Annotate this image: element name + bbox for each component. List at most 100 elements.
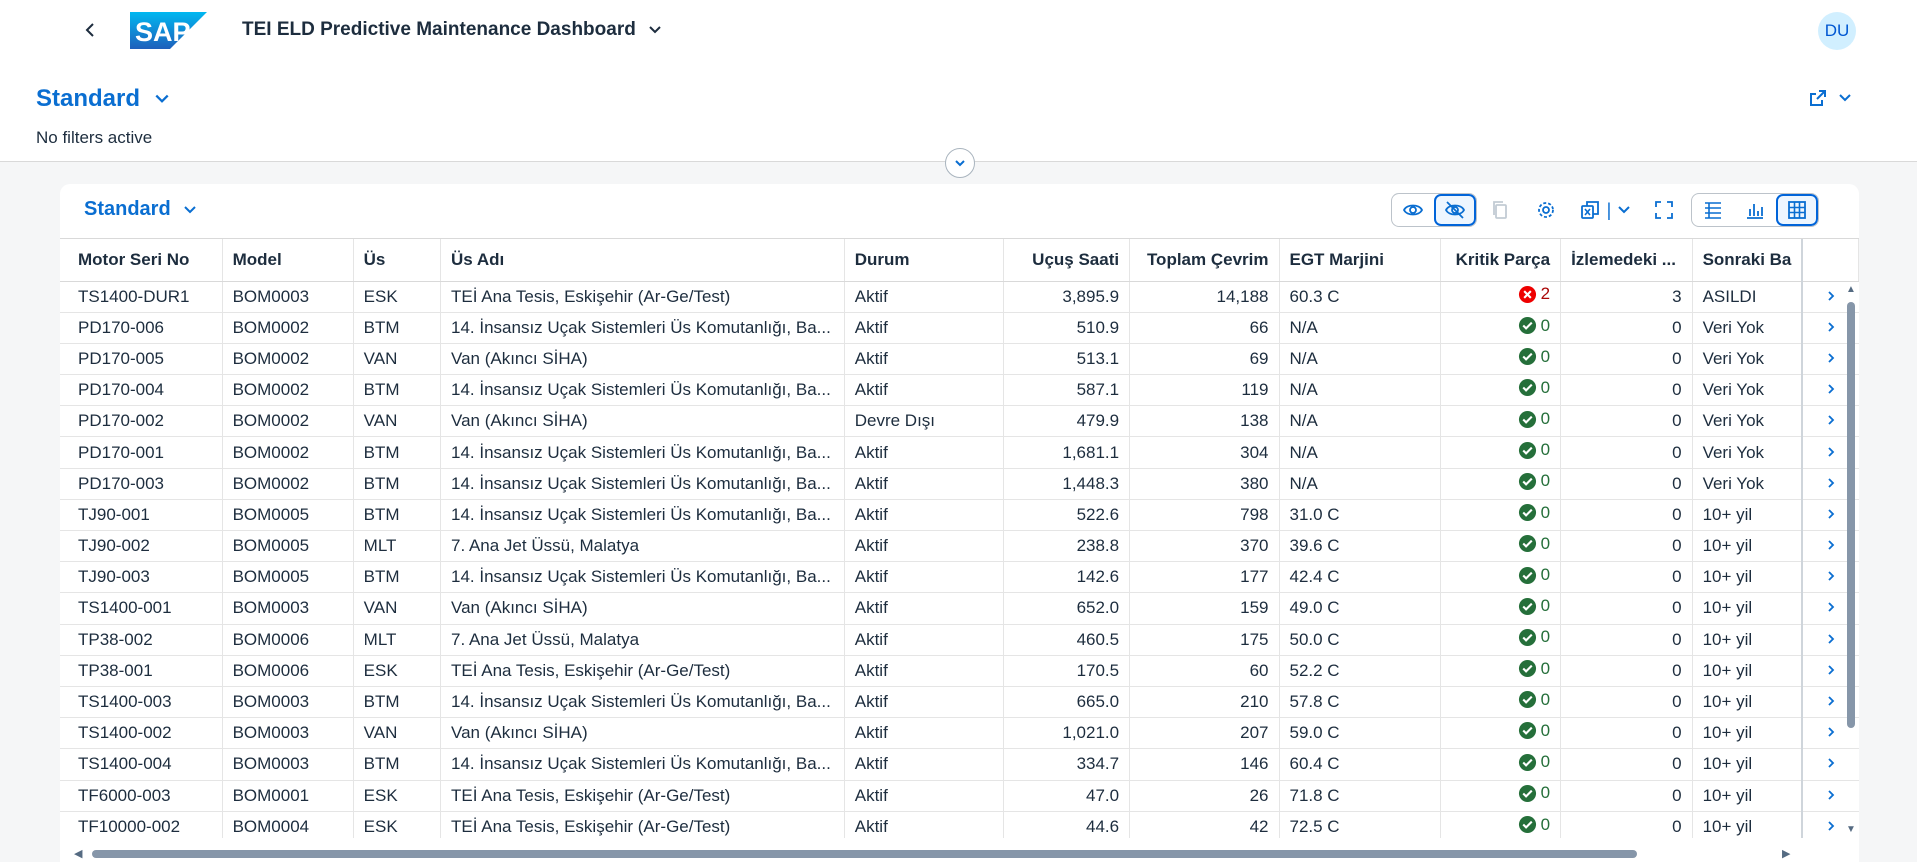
table-row[interactable]: TJ90-002 BOM0005 MLT 7. Ana Jet Üssü, Malat… (60, 530, 1859, 563)
column-header-kritik-parca[interactable]: Kritik Parça (1440, 239, 1562, 282)
column-header-us[interactable]: Üs (353, 239, 442, 282)
cell-us: VAN (353, 405, 442, 438)
chart-table-view-button[interactable] (1692, 194, 1734, 226)
table-row[interactable]: TP38-001 BOM0006 ESK TEİ Ana Tesis, Eskişeh… (60, 655, 1859, 687)
success-check-icon (1518, 472, 1536, 491)
success-check-icon (1518, 753, 1536, 771)
table-row[interactable]: PD170-001 BOM0002 BTM 14. İnsansız Uçak Sis… (60, 436, 1859, 469)
fullscreen-button[interactable] (1641, 193, 1687, 227)
cell-toplam-cevrim: 210 (1129, 686, 1280, 719)
cell-sonraki-bakim: 10+ yil (1692, 811, 1803, 838)
cell-us-adi: 14. İnsansız Uçak Sistemleri Üs Komutanl… (440, 561, 845, 594)
horizontal-scrollbar[interactable]: ◀ ▶ (60, 846, 1859, 862)
cell-motor-seri-no: TJ90-003 (60, 561, 223, 594)
cell-durum: Aktif (844, 312, 1004, 344)
cell-us-adi: TEİ Ana Tesis, Eskişehir (Ar-Ge/Test) (440, 281, 845, 313)
chart-view-button[interactable] (1734, 194, 1776, 226)
cell-egt-marjini: N/A (1279, 436, 1442, 469)
cell-motor-seri-no: TS1400-002 (60, 717, 223, 750)
table-row[interactable]: PD170-002 BOM0002 VAN Van (Akıncı SİHA) Devr… (60, 405, 1859, 438)
cell-durum: Aktif (844, 561, 1004, 594)
cell-sonraki-bakim: Veri Yok (1692, 405, 1803, 438)
cell-motor-seri-no: TS1400-DUR1 (60, 281, 223, 313)
table-row[interactable]: PD170-005 BOM0002 VAN Van (Akıncı SİHA) Akti… (60, 343, 1859, 376)
cell-toplam-cevrim: 304 (1129, 436, 1280, 469)
vertical-scrollbar[interactable]: ▲ ▼ (1843, 284, 1859, 840)
show-details-button[interactable] (1392, 194, 1434, 226)
vertical-scroll-thumb[interactable] (1847, 302, 1855, 728)
cell-durum: Aktif (844, 592, 1004, 625)
user-avatar[interactable]: DU (1818, 12, 1856, 50)
data-table-container: Motor Seri No Model Üs Üs Adı Durum Uçuş… (60, 238, 1859, 838)
table-row[interactable]: TP38-002 BOM0006 MLT 7. Ana Jet Üssü, Malat… (60, 624, 1859, 656)
chevron-right-icon (1828, 727, 1835, 737)
app-title-menu[interactable]: TEI ELD Predictive Maintenance Dashboard (242, 19, 662, 41)
chevron-down-icon (1839, 94, 1851, 102)
column-header-motor-seri-no[interactable]: Motor Seri No (60, 239, 223, 282)
cell-egt-marjini: 50.0 C (1279, 624, 1442, 656)
visibility-toggle-group (1391, 193, 1477, 227)
cell-kritik-parca: 0 (1440, 717, 1562, 750)
table-row[interactable]: TS1400-002 BOM0003 VAN Van (Akıncı SİHA) Akt… (60, 717, 1859, 750)
eye-hidden-icon (1444, 201, 1466, 219)
export-menu-button[interactable]: | (1569, 193, 1641, 227)
critical-part-count: 0 (1540, 377, 1551, 397)
data-table: Motor Seri No Model Üs Üs Adı Durum Uçuş… (60, 239, 1859, 838)
column-header-model[interactable]: Model (222, 239, 354, 282)
cell-sonraki-bakim: 10+ yil (1692, 655, 1803, 687)
table-row[interactable]: TF6000-003 BOM0001 ESK TEİ Ana Tesis, Eskiş… (60, 780, 1859, 812)
column-header-durum[interactable]: Durum (844, 239, 1004, 282)
table-row[interactable]: TS1400-004 BOM0003 BTM 14. İnsansız Uçak Si… (60, 748, 1859, 781)
column-header-sonraki-bakim[interactable]: Sonraki Ba (1692, 239, 1803, 282)
table-row[interactable]: TS1400-003 BOM0003 BTM 14. İnsansız Uçak Si… (60, 686, 1859, 719)
cell-us-adi: 14. İnsansız Uçak Sistemleri Üs Komutanl… (440, 312, 845, 344)
column-header-us-adi[interactable]: Üs Adı (440, 239, 845, 282)
cell-egt-marjini: 57.8 C (1279, 686, 1442, 719)
cell-model: BOM0003 (222, 686, 354, 719)
chevron-down-icon (155, 94, 169, 103)
hide-details-button[interactable] (1434, 194, 1476, 226)
cell-motor-seri-no: TJ90-001 (60, 499, 223, 532)
cell-model: BOM0006 (222, 624, 354, 656)
table-variant-selector[interactable]: Standard (84, 198, 197, 221)
column-header-toplam-cevrim[interactable]: Toplam Çevrim (1129, 239, 1280, 282)
table-row[interactable]: PD170-003 BOM0002 BTM 14. İnsansız Uçak Sis… (60, 468, 1859, 500)
table-row[interactable]: TS1400-001 BOM0003 VAN Van (Akıncı SİHA) Akt… (60, 592, 1859, 625)
shell-bar: SAP TEI ELD Predictive Maintenance Dashb… (0, 0, 1917, 60)
cell-us: VAN (353, 343, 442, 376)
column-header-egt-marjini[interactable]: EGT Marjini (1279, 239, 1442, 282)
copy-button[interactable] (1477, 193, 1523, 227)
table-row[interactable]: PD170-006 BOM0002 BTM 14. İnsansız Uçak Sis… (60, 312, 1859, 344)
table-row[interactable]: TJ90-003 BOM0005 BTM 14. İnsansız Uçak Sist… (60, 561, 1859, 594)
column-header-ucus-saati[interactable]: Uçuş Saati (1003, 239, 1131, 282)
share-menu-button[interactable] (1808, 88, 1852, 108)
settings-button[interactable] (1523, 193, 1569, 227)
column-header-izlemedeki[interactable]: İzlemedeki ... (1560, 239, 1693, 282)
cell-izlemedeki: 0 (1560, 436, 1693, 469)
table-row[interactable]: TF10000-002 BOM0004 ESK TEİ Ana Tesis, Eski… (60, 811, 1859, 838)
cell-egt-marjini: 52.2 C (1279, 655, 1442, 687)
sap-logo[interactable]: SAP (130, 12, 207, 49)
chevron-right-icon (1828, 602, 1835, 613)
scroll-up-icon[interactable]: ▲ (1846, 284, 1856, 295)
scroll-right-icon[interactable]: ▶ (1782, 847, 1790, 860)
cell-sonraki-bakim: 10+ yil (1692, 717, 1803, 750)
success-check-icon (1518, 628, 1536, 646)
collapse-header-button[interactable] (945, 148, 975, 178)
cell-toplam-cevrim: 66 (1129, 312, 1280, 344)
table-view-button[interactable] (1776, 194, 1818, 226)
back-button[interactable] (78, 18, 102, 42)
critical-part-status: 0 (1518, 815, 1550, 835)
table-row[interactable]: PD170-004 BOM0002 BTM 14. İnsansız Uçak Sis… (60, 374, 1859, 407)
cell-egt-marjini: 42.4 C (1279, 561, 1442, 594)
cell-model: BOM0003 (222, 748, 354, 781)
scroll-left-icon[interactable]: ◀ (74, 847, 82, 860)
scroll-down-icon[interactable]: ▼ (1846, 824, 1856, 835)
variant-selector[interactable]: Standard (36, 85, 170, 113)
cell-izlemedeki: 0 (1560, 343, 1693, 376)
cell-durum: Aktif (844, 499, 1004, 532)
cell-us-adi: TEİ Ana Tesis, Eskişehir (Ar-Ge/Test) (440, 655, 845, 687)
table-row[interactable]: TS1400-DUR1 BOM0003 ESK TEİ Ana Tesis, Eski… (60, 281, 1859, 313)
horizontal-scroll-thumb[interactable] (92, 850, 1637, 858)
table-row[interactable]: TJ90-001 BOM0005 BTM 14. İnsansız Uçak Sist… (60, 499, 1859, 532)
